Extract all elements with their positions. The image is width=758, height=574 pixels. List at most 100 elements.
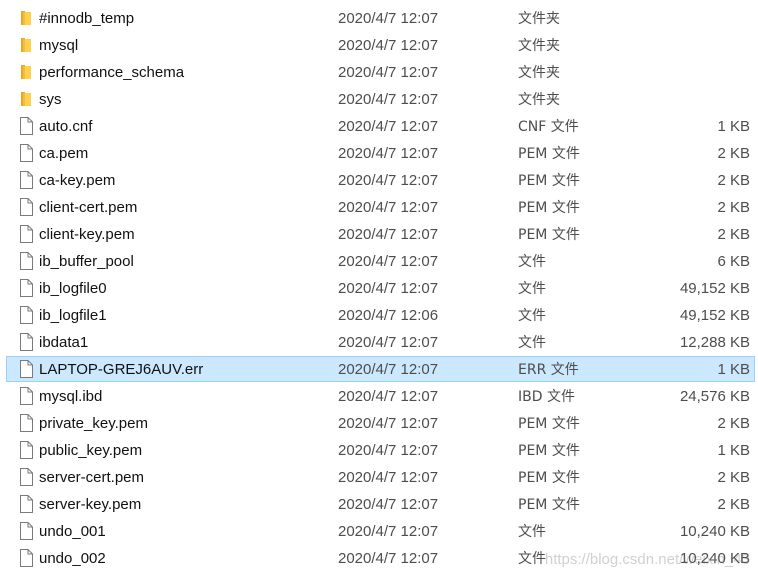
file-size: 2 KB — [717, 496, 750, 513]
file-date-modified: 2020/4/7 12:07 — [338, 388, 439, 405]
file-row[interactable]: public_key.pem 2020/4/7 12:07 PEM 文件 1 KB — [6, 437, 755, 463]
folder-icon — [17, 89, 35, 109]
file-name: private_key.pem — [39, 415, 148, 432]
file-icon — [17, 332, 35, 352]
file-name: ca.pem — [39, 145, 89, 162]
file-date-modified: 2020/4/7 12:07 — [338, 253, 439, 270]
file-size: 2 KB — [717, 469, 750, 486]
file-list: #innodb_temp 2020/4/7 12:07 文件夹 mysql 2020/4… — [0, 0, 758, 574]
file-name: ibdata1 — [39, 334, 89, 351]
file-type: 文件 — [518, 281, 546, 297]
file-name: mysql.ibd — [39, 388, 103, 405]
folder-icon — [17, 8, 35, 28]
file-date-modified: 2020/4/7 12:07 — [338, 550, 439, 567]
file-size: 10,240 KB — [679, 523, 750, 540]
file-name: ib_logfile0 — [39, 280, 107, 297]
file-row[interactable]: #innodb_temp 2020/4/7 12:07 文件夹 — [6, 5, 755, 31]
file-type: PEM 文件 — [518, 497, 580, 513]
file-date-modified: 2020/4/7 12:07 — [338, 10, 439, 27]
file-row[interactable]: auto.cnf 2020/4/7 12:07 CNF 文件 1 KB — [6, 113, 755, 139]
file-name: undo_002 — [39, 550, 106, 567]
file-row[interactable]: sys 2020/4/7 12:07 文件夹 — [6, 86, 755, 112]
file-type: PEM 文件 — [518, 416, 580, 432]
file-row[interactable]: server-key.pem 2020/4/7 12:07 PEM 文件 2 KB — [6, 491, 755, 517]
file-date-modified: 2020/4/7 12:07 — [338, 118, 439, 135]
file-type: 文件 — [518, 254, 546, 270]
file-row[interactable]: client-cert.pem 2020/4/7 12:07 PEM 文件 2 KB — [6, 194, 755, 220]
file-name: undo_001 — [39, 523, 106, 540]
file-name: mysql — [39, 37, 79, 54]
file-row[interactable]: private_key.pem 2020/4/7 12:07 PEM 文件 2 KB — [6, 410, 755, 436]
file-type: PEM 文件 — [518, 227, 580, 243]
file-type: PEM 文件 — [518, 200, 580, 216]
file-date-modified: 2020/4/7 12:07 — [338, 496, 439, 513]
file-type: 文件 — [518, 551, 546, 567]
file-name: client-key.pem — [39, 226, 135, 243]
file-icon — [17, 116, 35, 136]
file-name: auto.cnf — [39, 118, 93, 135]
file-icon — [17, 170, 35, 190]
file-type: 文件夹 — [518, 38, 560, 54]
file-size: 2 KB — [717, 172, 750, 189]
file-date-modified: 2020/4/7 12:06 — [338, 307, 439, 324]
file-date-modified: 2020/4/7 12:07 — [338, 145, 439, 162]
folder-icon — [17, 62, 35, 82]
file-name: #innodb_temp — [39, 10, 135, 27]
file-row[interactable]: ca.pem 2020/4/7 12:07 PEM 文件 2 KB — [6, 140, 755, 166]
file-name: LAPTOP-GREJ6AUV.err — [39, 361, 204, 378]
file-name: server-key.pem — [39, 496, 142, 513]
file-row[interactable]: mysql.ibd 2020/4/7 12:07 IBD 文件 24,576 KB — [6, 383, 755, 409]
file-date-modified: 2020/4/7 12:07 — [338, 64, 439, 81]
file-date-modified: 2020/4/7 12:07 — [338, 442, 439, 459]
file-size: 24,576 KB — [679, 388, 750, 405]
file-row[interactable]: ibdata1 2020/4/7 12:07 文件 12,288 KB — [6, 329, 755, 355]
file-size: 12,288 KB — [679, 334, 750, 351]
file-row[interactable]: client-key.pem 2020/4/7 12:07 PEM 文件 2 KB — [6, 221, 755, 247]
file-row[interactable]: ib_buffer_pool 2020/4/7 12:07 文件 6 KB — [6, 248, 755, 274]
file-row[interactable]: ib_logfile1 2020/4/7 12:06 文件 49,152 KB — [6, 302, 755, 328]
file-icon — [17, 548, 35, 568]
file-row[interactable]: performance_schema 2020/4/7 12:07 文件夹 — [6, 59, 755, 85]
file-icon — [17, 467, 35, 487]
file-row[interactable]: LAPTOP-GREJ6AUV.err 2020/4/7 12:07 ERR 文件 1… — [6, 356, 755, 382]
file-name: client-cert.pem — [39, 199, 138, 216]
folder-icon — [17, 35, 35, 55]
file-date-modified: 2020/4/7 12:07 — [338, 415, 439, 432]
file-icon — [17, 521, 35, 541]
file-date-modified: 2020/4/7 12:07 — [338, 172, 439, 189]
file-size: 6 KB — [717, 253, 750, 270]
file-name: ca-key.pem — [39, 172, 116, 189]
file-row[interactable]: server-cert.pem 2020/4/7 12:07 PEM 文件 2 KB — [6, 464, 755, 490]
file-icon — [17, 143, 35, 163]
file-date-modified: 2020/4/7 12:07 — [338, 361, 439, 378]
file-date-modified: 2020/4/7 12:07 — [338, 280, 439, 297]
file-type: IBD 文件 — [518, 389, 575, 405]
file-row[interactable]: mysql 2020/4/7 12:07 文件夹 — [6, 32, 755, 58]
file-size: 1 KB — [717, 118, 750, 135]
file-size: 2 KB — [717, 415, 750, 432]
file-size: 1 KB — [717, 361, 750, 378]
file-size: 1 KB — [717, 442, 750, 459]
file-icon — [17, 440, 35, 460]
file-type: 文件夹 — [518, 65, 560, 81]
file-type: PEM 文件 — [518, 173, 580, 189]
file-icon — [17, 386, 35, 406]
file-size: 49,152 KB — [679, 307, 750, 324]
file-row[interactable]: undo_001 2020/4/7 12:07 文件 10,240 KB — [6, 518, 755, 544]
file-date-modified: 2020/4/7 12:07 — [338, 469, 439, 486]
file-icon — [17, 305, 35, 325]
file-name: public_key.pem — [39, 442, 143, 459]
file-size: 2 KB — [717, 226, 750, 243]
file-icon — [17, 197, 35, 217]
watermark: https://blog.csdn.net/weixin_43 — [544, 551, 750, 568]
file-type: PEM 文件 — [518, 146, 580, 162]
file-date-modified: 2020/4/7 12:07 — [338, 91, 439, 108]
file-icon — [17, 359, 35, 379]
file-icon — [17, 251, 35, 271]
file-name: server-cert.pem — [39, 469, 145, 486]
file-row[interactable]: ca-key.pem 2020/4/7 12:07 PEM 文件 2 KB — [6, 167, 755, 193]
file-name: ib_buffer_pool — [39, 253, 134, 270]
file-icon — [17, 278, 35, 298]
file-type: 文件夹 — [518, 11, 560, 27]
file-row[interactable]: ib_logfile0 2020/4/7 12:07 文件 49,152 KB — [6, 275, 755, 301]
